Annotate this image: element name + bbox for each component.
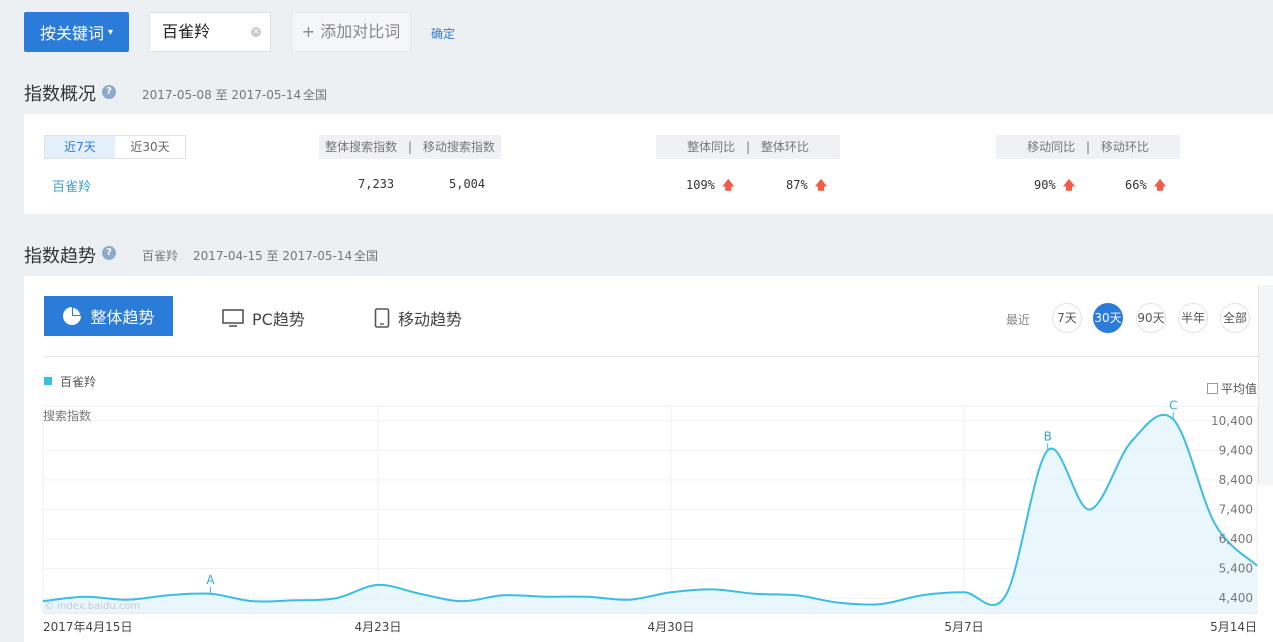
y-tick-label: 9,400	[1219, 443, 1253, 457]
y-tick-label: 7,400	[1219, 503, 1253, 517]
side-toolbar[interactable]	[1258, 285, 1273, 485]
series-area	[43, 414, 1257, 613]
watermark: © index.baidu.com	[44, 601, 140, 612]
annotation-label[interactable]: B	[1044, 429, 1052, 443]
y-tick-label: 6,400	[1219, 532, 1253, 546]
x-tick-label: 4月30日	[647, 620, 694, 634]
y-tick-label: 10,400	[1211, 414, 1253, 428]
x-tick-label: 5月14日	[1210, 620, 1257, 634]
trend-chart: A B C 4,400 5,400 6,400 7,400 8,400 9,400 10,400…	[42, 398, 1258, 634]
y-tick-label: 5,400	[1219, 562, 1253, 576]
annotation-label[interactable]: C	[1169, 398, 1177, 412]
annotation-label[interactable]: A	[206, 573, 215, 587]
y-tick-label: 8,400	[1219, 473, 1253, 487]
x-tick-label: 4月23日	[354, 620, 401, 634]
x-tick-label: 2017年4月15日	[43, 620, 132, 634]
y-tick-label: 4,400	[1219, 591, 1253, 605]
x-tick-label: 5月7日	[944, 620, 983, 634]
y-axis-label: 搜索指数	[43, 408, 91, 423]
